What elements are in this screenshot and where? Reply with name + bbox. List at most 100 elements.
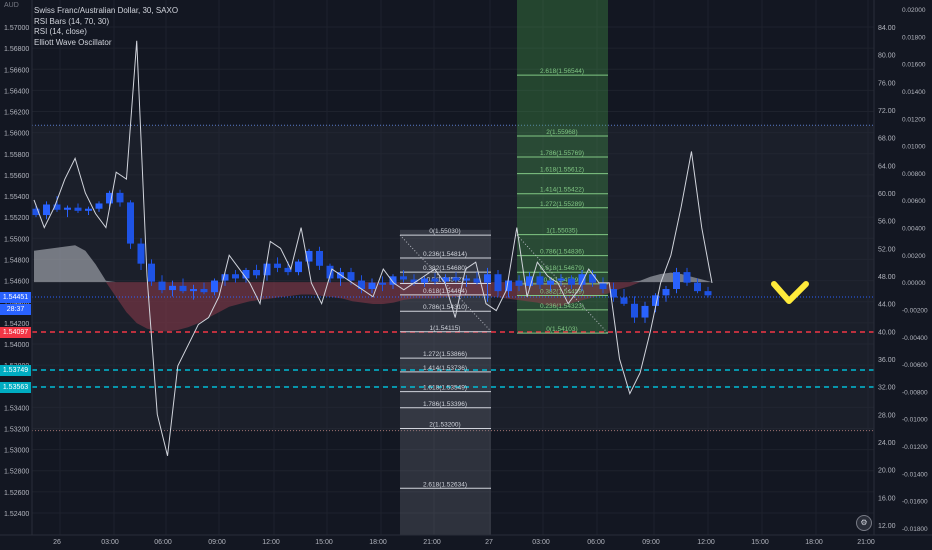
candle-body-25 [295, 261, 302, 273]
rsi-tick-3: 72.00 [878, 108, 896, 115]
candle-body-12 [158, 281, 166, 291]
fib-right-label-2: 1.786(1.55769) [540, 150, 584, 157]
osc-tick-4: 0.01200 [902, 116, 926, 123]
price-tick-5: 1.56000 [4, 131, 29, 138]
time-tick-8: 27 [485, 539, 493, 546]
fib-right-label-3: 1.618(1.55612) [540, 167, 584, 174]
tradingview-logo-icon[interactable]: ⚙ [856, 515, 872, 531]
rsi-tick-18: 12.00 [878, 523, 896, 530]
rsi-tick-6: 60.00 [878, 191, 896, 198]
fib-left-label-7: 1.272(1.53866) [423, 351, 467, 358]
fib-left-label-12: 2.618(1.52634) [423, 481, 467, 488]
price-tick-2: 1.56600 [4, 67, 29, 74]
time-tick-15: 21:00 [857, 539, 875, 546]
indicator-rsi[interactable]: RSI (14, close) [34, 27, 178, 38]
candle-body-43 [484, 274, 491, 283]
candle-body-62 [683, 272, 691, 283]
candle-body-48 [536, 276, 544, 285]
time-tick-12: 12:00 [697, 539, 715, 546]
symbol-title[interactable]: Swiss Franc/Australian Dollar, 30, SAXO [34, 6, 178, 17]
time-tick-4: 12:00 [262, 539, 280, 546]
price-tick-23: 1.52400 [4, 511, 29, 518]
fib-right-label-0: 2.618(1.56544) [540, 68, 584, 75]
price-unit-label: AUD [4, 2, 19, 9]
candle-body-53 [589, 274, 596, 283]
candle-body-57 [631, 303, 638, 318]
time-tick-14: 18:00 [805, 539, 823, 546]
candle-body-5 [85, 208, 92, 211]
cyan-level-tag-1: 1.53749 [0, 365, 31, 376]
candle-body-10 [137, 243, 145, 264]
indicator-ewo[interactable]: Elliott Wave Oscillator [34, 38, 178, 49]
chart-legend: Swiss Franc/Australian Dollar, 30, SAXO … [34, 6, 178, 48]
fib-right-label-7: 0.786(1.54836) [540, 249, 584, 256]
rsi-tick-9: 48.00 [878, 274, 896, 281]
candle-body-13 [169, 285, 176, 291]
candle-body-51 [568, 278, 575, 285]
fib-right-label-12: 0(1.54103) [546, 326, 577, 333]
osc-tick-17: -0.01400 [902, 471, 928, 478]
candle-body-9 [127, 202, 134, 244]
time-tick-7: 21:00 [423, 539, 441, 546]
candle-body-19 [232, 274, 239, 279]
candle-body-6 [95, 203, 103, 209]
osc-tick-19: -0.01800 [902, 526, 928, 533]
indicator-rsi-bars[interactable]: RSI Bars (14, 70, 30) [34, 17, 178, 28]
rsi-tick-1: 80.00 [878, 53, 896, 60]
price-tick-9: 1.55200 [4, 215, 29, 222]
current-price-tag: 1.54451 [0, 292, 31, 303]
time-tick-0: 26 [53, 539, 61, 546]
candle-body-38 [431, 278, 439, 282]
candle-body-1 [43, 204, 50, 216]
fib-right-label-4: 1.414(1.55422) [540, 187, 584, 194]
osc-tick-0: 0.02000 [902, 7, 926, 14]
fib-right-label-6: 1(1.55035) [546, 228, 577, 235]
candle-body-35 [400, 276, 407, 280]
rsi-tick-5: 64.00 [878, 163, 896, 170]
fib-right-label-11: 0.236(1.54323) [540, 303, 584, 310]
fib-left-label-9: 1.618(1.53549) [423, 385, 467, 392]
candle-body-34 [389, 276, 397, 285]
time-tick-9: 03:00 [532, 539, 550, 546]
candle-body-3 [64, 207, 71, 210]
osc-tick-7: 0.00600 [902, 198, 926, 205]
candle-body-61 [673, 272, 680, 290]
price-tick-10: 1.55000 [4, 236, 29, 243]
time-tick-5: 15:00 [315, 539, 333, 546]
candle-body-33 [379, 282, 386, 285]
candle-body-44 [494, 274, 502, 292]
price-tick-1: 1.56800 [4, 46, 29, 53]
candle-body-60 [662, 289, 670, 296]
time-tick-6: 18:00 [369, 539, 387, 546]
osc-tick-5: 0.01000 [902, 144, 926, 151]
candle-body-54 [599, 282, 607, 290]
price-tick-0: 1.57000 [4, 25, 29, 32]
countdown-tag: 28:37 [0, 304, 31, 315]
osc-tick-1: 0.01800 [902, 34, 926, 41]
candle-body-46 [515, 280, 523, 286]
rsi-tick-12: 36.00 [878, 357, 896, 364]
osc-tick-2: 0.01600 [902, 62, 926, 69]
price-tick-8: 1.55400 [4, 194, 29, 201]
price-tick-3: 1.56400 [4, 88, 29, 95]
fib-left-label-10: 1.786(1.53396) [423, 401, 467, 408]
fib-left-label-5: 0.786(1.54310) [423, 304, 467, 311]
fib-right-label-5: 1.272(1.55289) [540, 201, 584, 208]
candle-body-4 [74, 207, 82, 211]
candle-body-23 [274, 263, 281, 268]
candle-body-11 [148, 263, 155, 282]
osc-tick-18: -0.01600 [902, 499, 928, 506]
osc-tick-8: 0.00400 [902, 226, 926, 233]
candle-body-15 [190, 289, 197, 292]
candle-body-16 [200, 289, 208, 293]
fib-left-label-11: 2(1.53200) [429, 421, 460, 428]
price-tick-6: 1.55800 [4, 152, 29, 159]
candle-body-50 [557, 278, 565, 281]
rsi-tick-15: 24.00 [878, 440, 896, 447]
candle-body-58 [641, 305, 649, 318]
candle-body-32 [368, 282, 376, 290]
price-chart[interactable]: 0(1.55030)0.236(1.54814)0.382(1.54680)0.… [0, 0, 932, 550]
rsi-tick-14: 28.00 [878, 412, 896, 419]
price-tick-21: 1.52800 [4, 469, 29, 476]
price-tick-4: 1.56200 [4, 110, 29, 117]
